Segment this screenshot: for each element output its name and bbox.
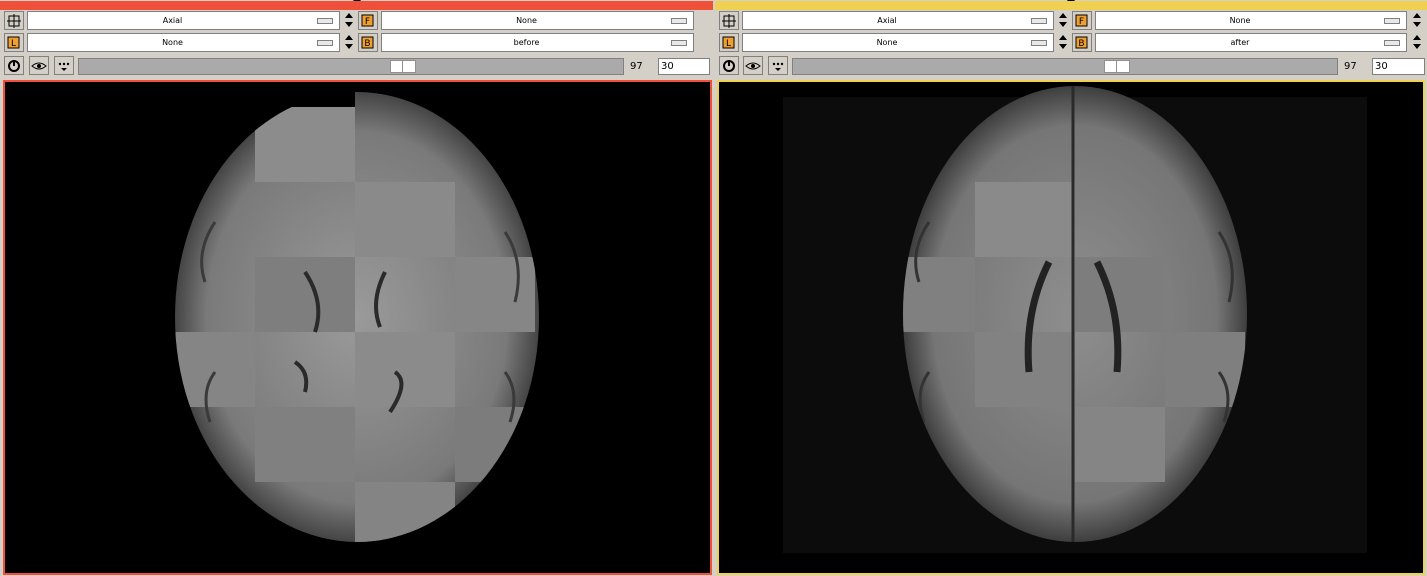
- left-volume-row: L None B before: [0, 33, 713, 53]
- spinner-up-icon[interactable]: [345, 35, 353, 40]
- foreground-volume-icon[interactable]: F: [358, 11, 378, 30]
- background-volume-select[interactable]: after: [1095, 33, 1407, 52]
- dropdown-icon: [671, 40, 687, 46]
- slice-layout-icon[interactable]: [719, 11, 739, 30]
- label-spinner[interactable]: [1057, 33, 1068, 52]
- spinner-up-icon[interactable]: [1413, 35, 1421, 40]
- right-volume-row: L None B after: [715, 33, 1427, 53]
- orientation-select-value: Axial: [162, 16, 183, 25]
- slice-number: 97: [1344, 61, 1357, 72]
- right-viewer-color-bar: [715, 0, 1427, 10]
- dropdown-icon: [671, 18, 687, 24]
- label-volume-icon[interactable]: L: [4, 33, 24, 52]
- spinner-down-icon[interactable]: [1413, 44, 1421, 49]
- slice-slider[interactable]: [792, 58, 1338, 75]
- label-volume-select[interactable]: None: [742, 33, 1054, 52]
- offset-input[interactable]: 30: [658, 58, 710, 75]
- right-orientation-row: Axial F None: [715, 11, 1427, 31]
- orientation-select[interactable]: Axial: [742, 11, 1054, 30]
- background-volume-value: before: [513, 38, 540, 47]
- dropdown-icon: [1384, 18, 1400, 24]
- label-volume-icon[interactable]: L: [719, 33, 739, 52]
- spinner-down-icon[interactable]: [1413, 22, 1421, 27]
- spinner-up-icon[interactable]: [1059, 35, 1067, 40]
- spinner-up-icon[interactable]: [1059, 13, 1067, 18]
- left-viewer-marker-icon: [353, 0, 361, 1]
- left-slice-view[interactable]: [3, 80, 712, 575]
- dropdown-icon: [1031, 40, 1047, 46]
- spinner-down-icon[interactable]: [345, 22, 353, 27]
- spinner-down-icon[interactable]: [1059, 44, 1067, 49]
- left-viewer-color-bar: [0, 0, 713, 10]
- right-viewer-marker-icon: [1067, 0, 1075, 1]
- svg-text:L: L: [726, 39, 731, 49]
- label-spinner[interactable]: [343, 33, 354, 52]
- dropdown-icon: [1031, 18, 1047, 24]
- offset-input[interactable]: 30: [1372, 58, 1425, 75]
- visibility-eye-icon[interactable]: [29, 56, 49, 75]
- slice-layout-icon[interactable]: [4, 11, 24, 30]
- left-slice-viewer-panel: Axial F None L None B before 97 30: [0, 0, 713, 576]
- svg-text:B: B: [364, 39, 370, 49]
- right-slice-viewer-panel: Axial F None L None B after 97 30: [715, 0, 1427, 576]
- svg-text:F: F: [1079, 17, 1084, 27]
- spinner-up-icon[interactable]: [345, 13, 353, 18]
- orientation-spinner[interactable]: [343, 11, 354, 30]
- left-slider-row: 97 30: [0, 56, 713, 78]
- slice-number: 97: [630, 61, 643, 72]
- orientation-select-value: Axial: [877, 16, 897, 25]
- link-icon[interactable]: [719, 56, 739, 75]
- foreground-volume-value: None: [1229, 16, 1251, 25]
- slice-slider[interactable]: [78, 58, 624, 75]
- link-icon[interactable]: [4, 56, 24, 75]
- svg-text:L: L: [11, 39, 16, 49]
- spinner-up-icon[interactable]: [1413, 13, 1421, 18]
- brain-slice-image: [783, 86, 1367, 553]
- dropdown-icon: [317, 40, 333, 46]
- label-volume-select[interactable]: None: [27, 33, 340, 52]
- visibility-eye-icon[interactable]: [743, 56, 763, 75]
- spinner-down-icon[interactable]: [1059, 22, 1067, 27]
- background-volume-icon[interactable]: B: [358, 33, 378, 52]
- foreground-volume-select[interactable]: None: [1095, 11, 1407, 30]
- dropdown-icon: [317, 18, 333, 24]
- background-volume-select[interactable]: before: [381, 33, 694, 52]
- spinner-down-icon[interactable]: [345, 44, 353, 49]
- foreground-volume-select[interactable]: None: [381, 11, 694, 30]
- left-orientation-row: Axial F None: [0, 11, 713, 31]
- background-volume-value: after: [1230, 38, 1250, 47]
- dropdown-icon: [1384, 40, 1400, 46]
- svg-text:F: F: [365, 17, 370, 27]
- label-volume-value: None: [876, 38, 898, 47]
- slice-slider-thumb[interactable]: [390, 60, 416, 73]
- right-slice-view[interactable]: [717, 80, 1425, 575]
- foreground-volume-icon[interactable]: F: [1072, 11, 1092, 30]
- more-options-icon[interactable]: [54, 56, 74, 75]
- label-volume-value: None: [162, 38, 183, 47]
- orientation-spinner[interactable]: [1057, 11, 1068, 30]
- slice-slider-thumb[interactable]: [1104, 60, 1130, 73]
- svg-text:B: B: [1078, 39, 1084, 49]
- brain-slice-image: [175, 82, 539, 542]
- more-options-icon[interactable]: [768, 56, 788, 75]
- foreground-spinner[interactable]: [1411, 11, 1422, 30]
- background-spinner[interactable]: [1411, 33, 1422, 52]
- foreground-volume-value: None: [516, 16, 537, 25]
- orientation-select[interactable]: Axial: [27, 11, 340, 30]
- right-slider-row: 97 30: [715, 56, 1427, 78]
- background-volume-icon[interactable]: B: [1072, 33, 1092, 52]
